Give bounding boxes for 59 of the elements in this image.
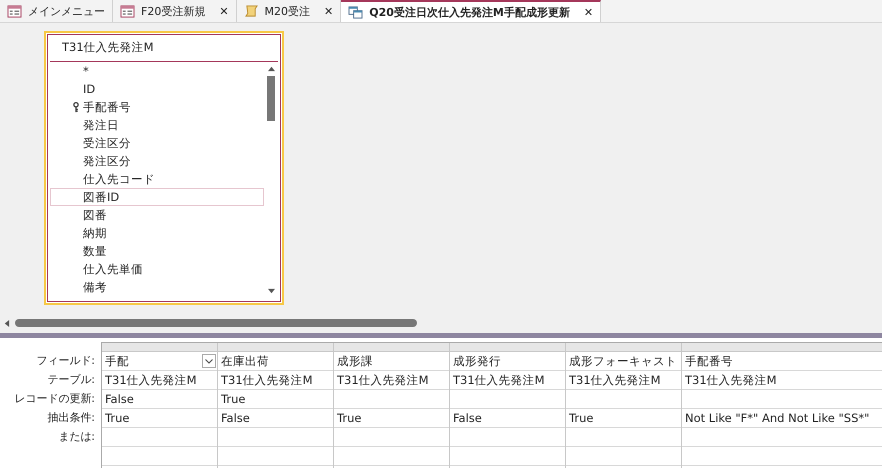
table-cell[interactable]: T31仕入先発注M: [566, 371, 681, 390]
scroll-icon: [244, 4, 259, 18]
field-cell[interactable]: 手配: [102, 352, 217, 371]
scroll-left-icon[interactable]: [3, 318, 10, 328]
criteria-cell[interactable]: True: [334, 409, 449, 428]
row-label: レコードの更新:: [13, 391, 96, 407]
row-label: または:: [57, 429, 96, 445]
table-cell[interactable]: T31仕入先発注M: [218, 371, 333, 390]
document-tab[interactable]: M20受注 ✕: [236, 0, 342, 22]
close-icon[interactable]: ✕: [219, 4, 229, 18]
close-icon[interactable]: ✕: [584, 6, 594, 18]
field-item[interactable]: 発注区分: [50, 152, 264, 170]
criteria-cell[interactable]: True: [566, 409, 681, 428]
criteria-cell[interactable]: True: [102, 409, 217, 428]
field-cell[interactable]: 成形発行: [450, 352, 565, 371]
column-selector[interactable]: [682, 343, 882, 352]
field-item[interactable]: 仕入先単価: [50, 260, 264, 278]
field-item[interactable]: 図番: [50, 206, 264, 224]
column-selector[interactable]: [334, 343, 449, 352]
field-item[interactable]: ID: [50, 80, 264, 98]
row-label: テーブル:: [46, 372, 96, 388]
field-item[interactable]: 備考: [50, 278, 264, 296]
field-item[interactable]: 発注日: [50, 116, 264, 134]
criteria-cell[interactable]: Not Like "F*" And Not Like "SS*": [682, 409, 882, 428]
criteria-cell[interactable]: False: [218, 409, 333, 428]
criteria-cell[interactable]: False: [450, 409, 565, 428]
field-item[interactable]: *: [50, 62, 264, 80]
column-selector[interactable]: [566, 343, 681, 352]
scroll-up-icon[interactable]: [266, 65, 276, 72]
table-cell[interactable]: T31仕入先発注M: [450, 371, 565, 390]
form-icon: [7, 4, 22, 18]
field-item[interactable]: 仕入先コード: [50, 170, 264, 188]
row-label: 抽出条件:: [46, 410, 96, 426]
table-title: T31仕入先発注M: [50, 34, 278, 62]
table-cell[interactable]: T31仕入先発注M: [682, 371, 882, 390]
update-cell[interactable]: True: [218, 390, 333, 409]
field-item[interactable]: 納期: [50, 224, 264, 242]
query-icon: [348, 6, 364, 18]
column-selector[interactable]: [450, 343, 565, 352]
table-field-list[interactable]: T31仕入先発注M * ID 手配番号 発注日 受注区分 発注区分 仕入先コード 図番ID 図番 納期 数量 仕入先単価 備考: [44, 31, 284, 305]
field-item[interactable]: 図番ID: [50, 188, 264, 206]
close-icon[interactable]: ✕: [324, 4, 334, 18]
form-icon: [120, 4, 135, 18]
scroll-thumb[interactable]: [15, 319, 417, 327]
field-item[interactable]: 数量: [50, 242, 264, 260]
field-cell[interactable]: 成形課: [334, 352, 449, 371]
row-label: フィールド:: [35, 353, 96, 369]
field-item[interactable]: 受注区分: [50, 134, 264, 152]
field-cell[interactable]: 在庫出荷: [218, 352, 333, 371]
scroll-thumb[interactable]: [267, 76, 275, 121]
scroll-down-icon[interactable]: [266, 288, 276, 295]
field-cell[interactable]: 手配番号: [682, 352, 882, 371]
field-item[interactable]: 手配番号: [50, 98, 264, 116]
update-cell[interactable]: False: [102, 390, 217, 409]
field-cell[interactable]: 成形フォーキャスト: [566, 352, 681, 371]
table-cell[interactable]: T31仕入先発注M: [334, 371, 449, 390]
table-cell[interactable]: T31仕入先発注M: [102, 371, 217, 390]
dropdown-icon[interactable]: [202, 354, 216, 368]
document-tab[interactable]: Q20受注日次仕入先発注M手配成形更新 ✕: [341, 0, 602, 22]
